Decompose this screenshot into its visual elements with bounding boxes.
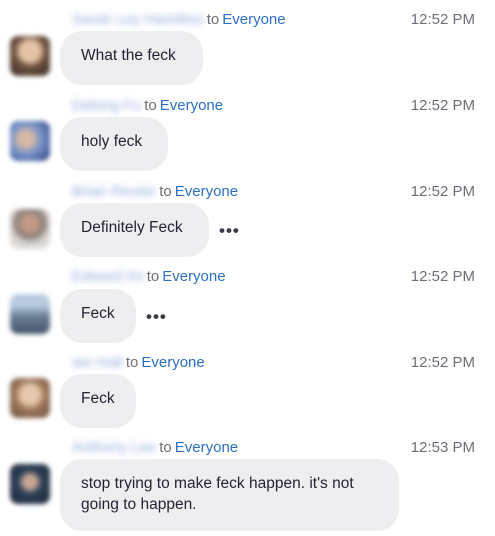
message-bubble: What the feck <box>60 31 203 85</box>
message-timestamp: 12:52 PM <box>410 97 475 114</box>
recipient-name[interactable]: Everyone <box>162 268 225 285</box>
message-text: What the feck <box>81 47 176 64</box>
sender-name[interactable]: Brian Reuter <box>72 182 156 202</box>
sender-name[interactable]: Delong Fu <box>72 96 141 116</box>
message-text: stop trying to make feck happen. it's no… <box>81 475 354 492</box>
to-label: to <box>206 11 220 28</box>
message-header: Edward Im to Everyone 12:52 PM <box>72 267 475 287</box>
to-label: to <box>159 439 172 456</box>
message-bubble: stop trying to make feck happen. it's no… <box>60 459 399 531</box>
avatar <box>10 121 50 161</box>
sender-name[interactable]: Sarah Ley Hamilton <box>72 10 204 30</box>
message-bubble: Feck <box>60 374 136 428</box>
avatar <box>10 294 50 334</box>
to-label: to <box>146 268 160 285</box>
message-text: Feck <box>81 305 115 322</box>
message-text: holy feck <box>81 133 143 150</box>
message-header: Ian Hall to Everyone 12:52 PM <box>72 353 475 373</box>
sender-name[interactable]: Edward Im <box>72 267 144 287</box>
sender-name[interactable]: Ian Hall <box>72 353 123 373</box>
sender-name[interactable]: Anthony Lee <box>72 438 156 458</box>
message-bubble: holy feck <box>60 117 168 171</box>
message-header: Delong Fu to Everyone 12:52 PM <box>72 96 475 116</box>
recipient-name[interactable]: Everyone <box>222 11 285 28</box>
avatar <box>10 378 50 418</box>
more-options-icon[interactable]: ••• <box>146 308 167 325</box>
message-header: Anthony Lee to Everyone 12:53 PM <box>72 438 475 458</box>
message-timestamp: 12:52 PM <box>410 183 475 200</box>
to-label: to <box>144 97 157 114</box>
message-text: Definitely Feck <box>81 219 183 236</box>
message-bubble: Definitely Feck <box>60 203 209 257</box>
avatar <box>10 36 50 76</box>
more-options-icon[interactable]: ••• <box>219 222 240 239</box>
avatar <box>10 209 50 249</box>
message-timestamp: 12:53 PM <box>410 439 475 456</box>
to-label: to <box>159 183 172 200</box>
message-timestamp: 12:52 PM <box>410 11 475 28</box>
recipient-name[interactable]: Everyone <box>141 354 204 371</box>
message-timestamp: 12:52 PM <box>410 268 475 285</box>
message-timestamp: 12:52 PM <box>410 354 475 371</box>
recipient-name[interactable]: Everyone <box>175 439 238 456</box>
to-label: to <box>125 354 139 371</box>
message-text: going to happen. <box>81 496 197 513</box>
message-bubble: Feck <box>60 289 136 343</box>
message-header: Brian Reuter to Everyone 12:52 PM <box>72 182 475 202</box>
message-header: Sarah Ley Hamilton to Everyone 12:52 PM <box>72 10 475 30</box>
recipient-name[interactable]: Everyone <box>160 97 223 114</box>
avatar <box>10 464 50 504</box>
message-text: Feck <box>81 390 115 407</box>
recipient-name[interactable]: Everyone <box>175 183 238 200</box>
chat-panel: { "messages": [ { "sender": "Sarah Ley H… <box>0 0 495 536</box>
